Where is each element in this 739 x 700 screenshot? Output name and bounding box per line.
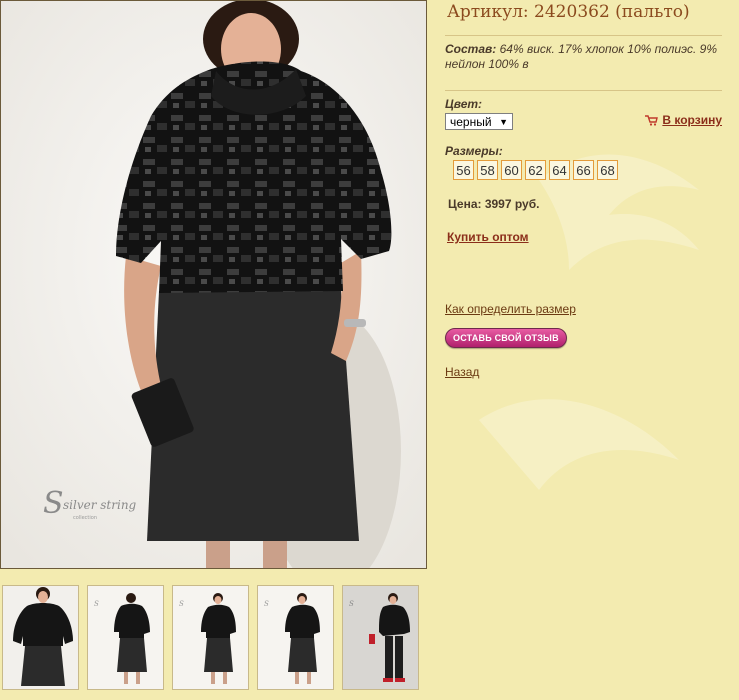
product-info-panel: Артикул: 2420362 (пальто) Состав: 64% ви… <box>445 0 722 91</box>
thumbnail-strip: S S S S <box>0 585 430 692</box>
svg-text:S: S <box>349 600 354 608</box>
product-composition: Состав: 64% виск. 17% хлопок 10% полиэс.… <box>445 42 722 72</box>
chevron-down-icon: ▼ <box>499 116 508 127</box>
leave-review-button[interactable]: ОСТАВЬ СВОЙ ОТЗЫВ <box>445 328 567 348</box>
size-option-68[interactable]: 68 <box>597 160 618 180</box>
divider <box>445 90 722 91</box>
color-select[interactable]: черный ▼ <box>445 113 513 130</box>
svg-text:S: S <box>179 600 184 608</box>
thumbnail-1[interactable] <box>2 585 79 690</box>
add-to-cart-label: В корзину <box>662 113 722 127</box>
svg-text:S: S <box>264 600 269 608</box>
buy-wholesale-link[interactable]: Купить оптом <box>447 230 529 244</box>
thumbnail-2[interactable]: S <box>87 585 164 690</box>
size-option-58[interactable]: 58 <box>477 160 498 180</box>
size-list: 56 58 60 62 64 66 68 <box>453 160 618 180</box>
sizes-label: Размеры: <box>445 144 503 158</box>
size-option-62[interactable]: 62 <box>525 160 546 180</box>
color-select-value: черный <box>450 114 492 129</box>
size-option-56[interactable]: 56 <box>453 160 474 180</box>
color-label: Цвет: <box>445 97 483 111</box>
thumbnail-5[interactable]: S <box>342 585 419 690</box>
thumbnail-3[interactable]: S <box>172 585 249 690</box>
cart-icon <box>645 114 659 126</box>
photo-watermark-sub: collection <box>73 515 97 521</box>
thumbnail-4[interactable]: S <box>257 585 334 690</box>
photo-watermark-brand: silver string <box>63 498 137 512</box>
svg-text:S: S <box>43 486 64 521</box>
size-option-60[interactable]: 60 <box>501 160 522 180</box>
add-to-cart-link[interactable]: В корзину <box>645 113 722 127</box>
size-option-66[interactable]: 66 <box>573 160 594 180</box>
divider <box>445 35 722 36</box>
back-link[interactable]: Назад <box>445 365 479 379</box>
price: Цена: 3997 руб. <box>448 197 540 211</box>
size-guide-link[interactable]: Как определить размер <box>445 302 576 316</box>
composition-label: Состав: <box>445 42 497 56</box>
svg-text:S: S <box>94 600 99 608</box>
size-option-64[interactable]: 64 <box>549 160 570 180</box>
product-title: Артикул: 2420362 (пальто) <box>447 2 690 22</box>
main-product-photo[interactable]: S silver string collection <box>0 0 427 569</box>
